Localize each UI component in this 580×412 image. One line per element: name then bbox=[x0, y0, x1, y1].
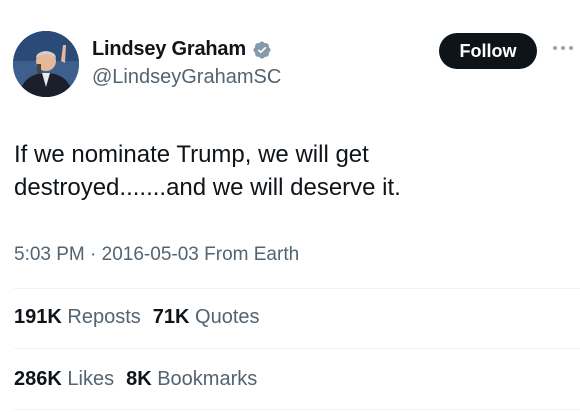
quotes-label: Quotes bbox=[195, 306, 260, 328]
reposts-label: Reposts bbox=[67, 306, 141, 328]
likes-stat[interactable]: 286K Likes bbox=[14, 368, 114, 391]
divider bbox=[14, 348, 580, 349]
stats-row-reposts: 191K Reposts 71K Quotes bbox=[14, 306, 272, 329]
author-name-row: Lindsey Graham bbox=[92, 38, 272, 61]
stats-row-likes: 286K Likes 8K Bookmarks bbox=[14, 368, 269, 391]
bookmarks-count: 8K bbox=[126, 368, 152, 390]
quotes-count: 71K bbox=[152, 306, 190, 328]
divider bbox=[14, 288, 580, 289]
author-handle[interactable]: @LindseyGrahamSC bbox=[92, 66, 281, 89]
verified-badge-icon[interactable] bbox=[252, 40, 272, 60]
meta-separator: · bbox=[90, 244, 97, 265]
bookmarks-stat[interactable]: 8K Bookmarks bbox=[126, 368, 257, 391]
avatar-image bbox=[13, 31, 79, 97]
likes-count: 286K bbox=[14, 368, 62, 390]
tweet-date[interactable]: 2016-05-03 bbox=[102, 244, 199, 265]
tweet-time[interactable]: 5:03 PM bbox=[14, 244, 85, 265]
divider bbox=[14, 409, 580, 410]
avatar[interactable] bbox=[13, 31, 79, 97]
tweet-meta: 5:03 PM · 2016-05-03 From Earth bbox=[14, 244, 299, 266]
more-icon[interactable] bbox=[549, 38, 579, 58]
follow-button[interactable]: Follow bbox=[439, 33, 537, 69]
quotes-stat[interactable]: 71K Quotes bbox=[153, 306, 260, 329]
tweet-location: From Earth bbox=[204, 244, 300, 265]
bookmarks-label: Bookmarks bbox=[157, 368, 258, 390]
tweet-text: If we nominate Trump, we will get destro… bbox=[14, 141, 401, 201]
reposts-count: 191K bbox=[14, 306, 62, 328]
author-name[interactable]: Lindsey Graham bbox=[92, 38, 246, 61]
likes-label: Likes bbox=[67, 368, 115, 390]
reposts-stat[interactable]: 191K Reposts bbox=[14, 306, 141, 329]
